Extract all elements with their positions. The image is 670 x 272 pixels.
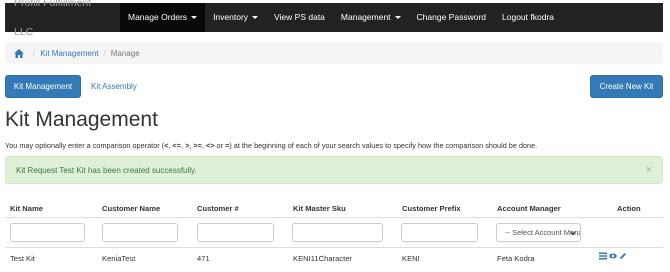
pencil-icon[interactable] (619, 252, 627, 260)
header-customer-name[interactable]: Customer Name (102, 204, 160, 213)
nav-logout[interactable]: Logout fkodra (494, 3, 562, 32)
breadcrumb-kit-management[interactable]: Kit Management (40, 49, 98, 58)
breadcrumb: / Kit Management / Manage (5, 42, 663, 64)
nav-management-label: Management (340, 12, 391, 22)
filter-customer-prefix-input[interactable] (401, 223, 478, 242)
row-actions (599, 252, 627, 260)
operator-gt: > (185, 141, 190, 150)
operator-gte: >= (193, 141, 202, 150)
chevron-down-icon (570, 231, 576, 236)
home-icon[interactable] (14, 48, 24, 58)
filter-account-manager-select[interactable]: -- Select Account Manager -- (496, 223, 581, 242)
nav-change-password[interactable]: Change Password (409, 3, 494, 32)
breadcrumb-separator: / (103, 48, 106, 58)
table-header-divider (5, 217, 663, 218)
create-new-kit-button[interactable]: Create New Kit (590, 75, 663, 98)
filter-customer-number-input[interactable] (197, 223, 274, 242)
nav-inventory-label: Inventory (213, 12, 249, 22)
header-customer-number[interactable]: Customer # (197, 204, 239, 213)
list-icon[interactable] (599, 252, 607, 260)
cell-customer-name: KeniaTest (102, 254, 136, 263)
kit-assembly-link[interactable]: Kit Assembly (91, 82, 137, 91)
cell-kit-name: Test Kit (10, 254, 35, 263)
brand-link[interactable]: Profill Fulfillment LLC (5, 0, 120, 47)
caret-down-icon (252, 16, 259, 20)
filter-kit-name-input[interactable] (10, 223, 85, 242)
success-alert: Kit Request Test Kit has been created su… (5, 156, 663, 184)
header-customer-prefix[interactable]: Customer Prefix (402, 204, 461, 213)
caret-down-icon (394, 16, 401, 20)
filter-customer-name-input[interactable] (102, 223, 178, 242)
hint-prefix: You may optionally enter a comparison op… (5, 141, 165, 150)
nav-manage-orders[interactable]: Manage Orders (120, 3, 206, 32)
kit-management-button[interactable]: Kit Management (5, 75, 81, 98)
operator-ne: <> (205, 141, 215, 150)
header-kit-master-sku[interactable]: Kit Master Sku (293, 204, 346, 213)
nav-inventory[interactable]: Inventory (205, 3, 266, 32)
operator-lt: < (164, 141, 169, 150)
cell-customer-prefix: KENI (402, 254, 420, 263)
header-account-manager[interactable]: Account Manager (497, 204, 561, 213)
breadcrumb-separator: / (33, 48, 36, 58)
cell-kit-master-sku: KENI11Character (293, 254, 352, 263)
alert-message: Kit Request Test Kit has been created su… (16, 165, 197, 175)
eye-icon[interactable] (609, 252, 617, 260)
operator-lte: <= (172, 141, 181, 150)
page-title: Kit Management (5, 108, 158, 131)
hint-suffix: ) at the beginning of each of your searc… (229, 141, 538, 150)
nav-manage-orders-label: Manage Orders (128, 12, 188, 22)
header-action: Action (617, 204, 641, 213)
cell-account-manager: Feta Kodra (497, 254, 535, 263)
table-filter-divider (5, 247, 663, 248)
nav-management[interactable]: Management (333, 3, 409, 32)
cell-customer-number: 471 (197, 254, 210, 263)
close-icon[interactable]: × (646, 164, 652, 176)
top-navbar: Profill Fulfillment LLC Manage Orders In… (5, 0, 663, 38)
operator-hint: You may optionally enter a comparison op… (5, 141, 538, 150)
filter-kit-master-sku-input[interactable] (292, 223, 383, 242)
caret-down-icon (191, 16, 198, 20)
nav-view-ps-data[interactable]: View PS data (266, 3, 333, 32)
breadcrumb-current: Manage (110, 48, 140, 58)
header-kit-name[interactable]: Kit Name (10, 204, 43, 213)
